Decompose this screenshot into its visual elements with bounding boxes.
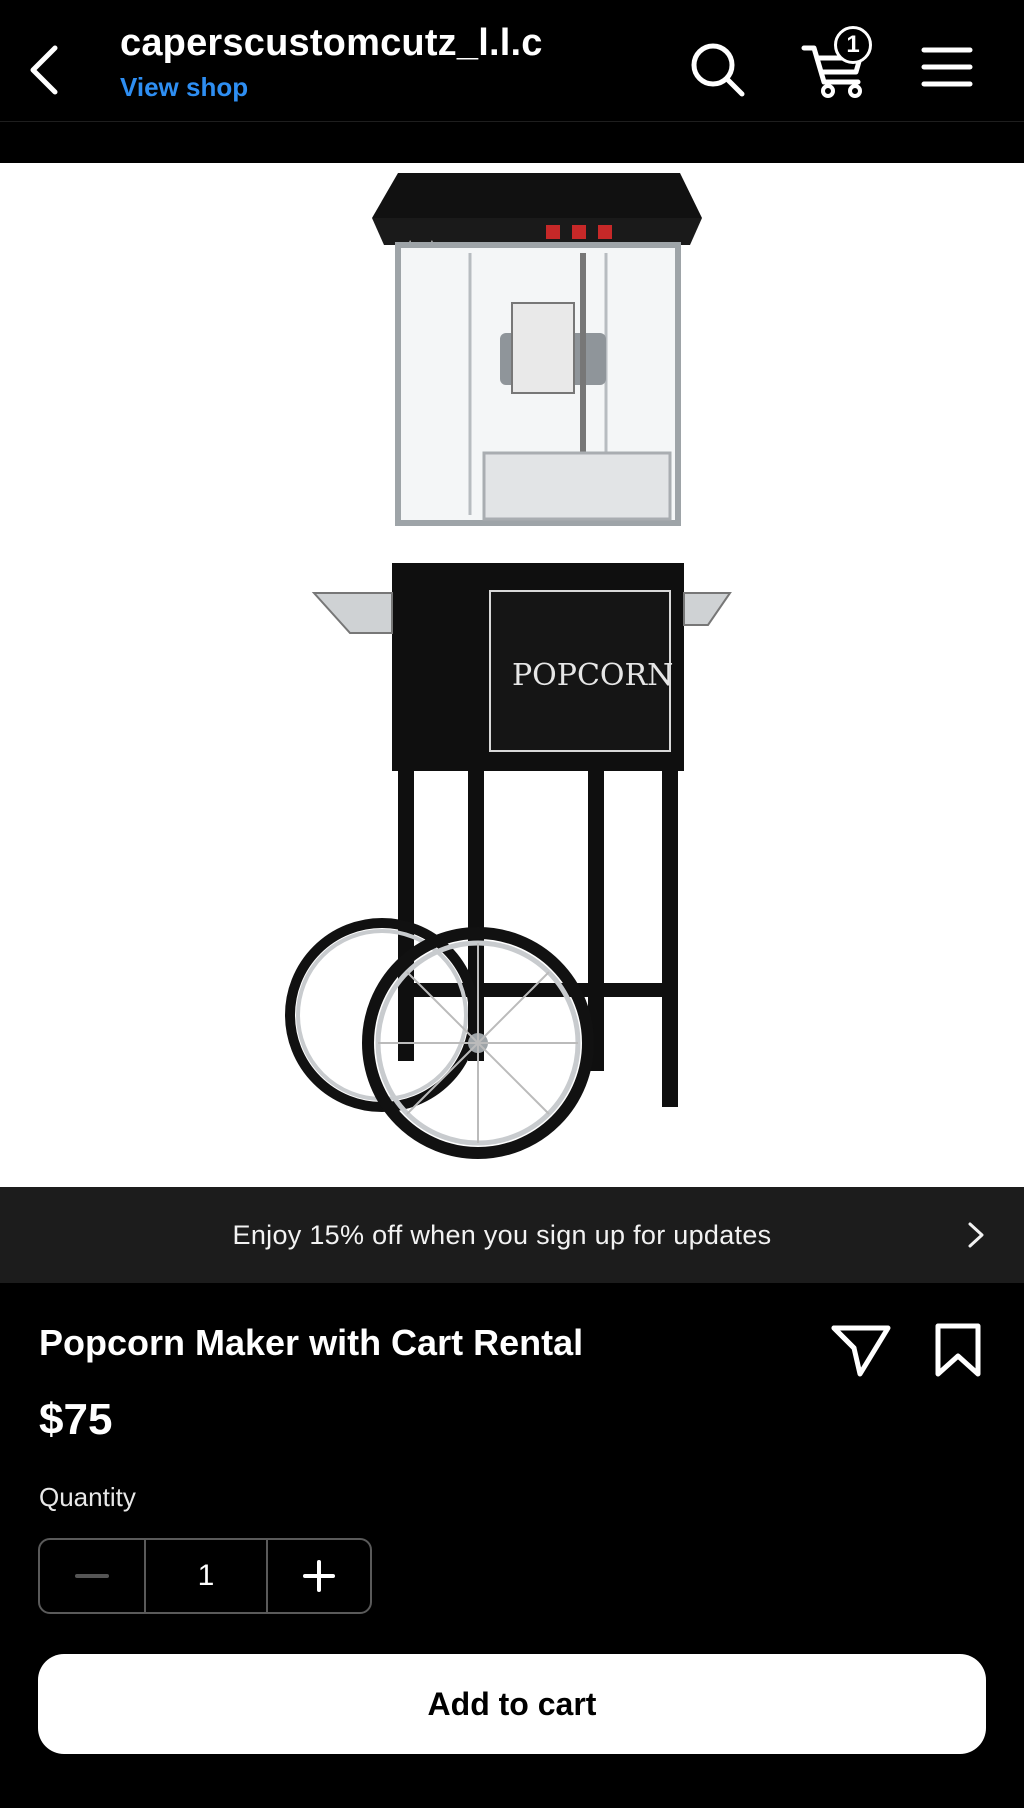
search-icon: [691, 43, 745, 97]
share-icon: [831, 1325, 891, 1377]
app-header: caperscustomcutz_l.l.c View shop 1: [0, 0, 1024, 122]
popcorn-label: POPCORN: [512, 658, 673, 693]
plus-icon: [303, 1560, 335, 1592]
product-title: Popcorn Maker with Cart Rental: [39, 1322, 584, 1363]
cart-count-badge: 1: [834, 26, 872, 64]
shop-name[interactable]: caperscustomcutz_l.l.c: [120, 22, 543, 65]
decrement-button[interactable]: [40, 1540, 146, 1612]
bookmark-icon: [935, 1323, 981, 1377]
promo-banner[interactable]: Enjoy 15% off when you sign up for updat…: [0, 1187, 1024, 1283]
menu-icon: [921, 47, 973, 87]
view-shop-link[interactable]: View shop: [120, 72, 248, 103]
quantity-value[interactable]: 1: [146, 1540, 268, 1612]
search-button[interactable]: [688, 40, 748, 100]
promo-text: Enjoy 15% off when you sign up for updat…: [232, 1219, 772, 1250]
share-button[interactable]: [830, 1322, 892, 1378]
header-spacer: [0, 123, 1024, 163]
product-image[interactable]: ★ ★ POPCORN: [0, 163, 1024, 1187]
quantity-label: Quantity: [39, 1482, 136, 1512]
menu-button[interactable]: [920, 44, 974, 90]
quantity-stepper: 1: [38, 1538, 372, 1614]
minus-icon: [75, 1574, 109, 1578]
back-chevron-icon: [30, 45, 58, 95]
back-button[interactable]: [24, 40, 64, 100]
increment-button[interactable]: [268, 1540, 370, 1612]
cart-button[interactable]: 1: [800, 24, 880, 100]
product-price: $75: [39, 1395, 113, 1444]
chevron-right-icon: [968, 1222, 984, 1248]
save-button[interactable]: [930, 1322, 986, 1378]
add-to-cart-button[interactable]: Add to cart: [38, 1654, 986, 1754]
popcorn-cart-illustration: ★ ★ POPCORN: [285, 173, 732, 1159]
